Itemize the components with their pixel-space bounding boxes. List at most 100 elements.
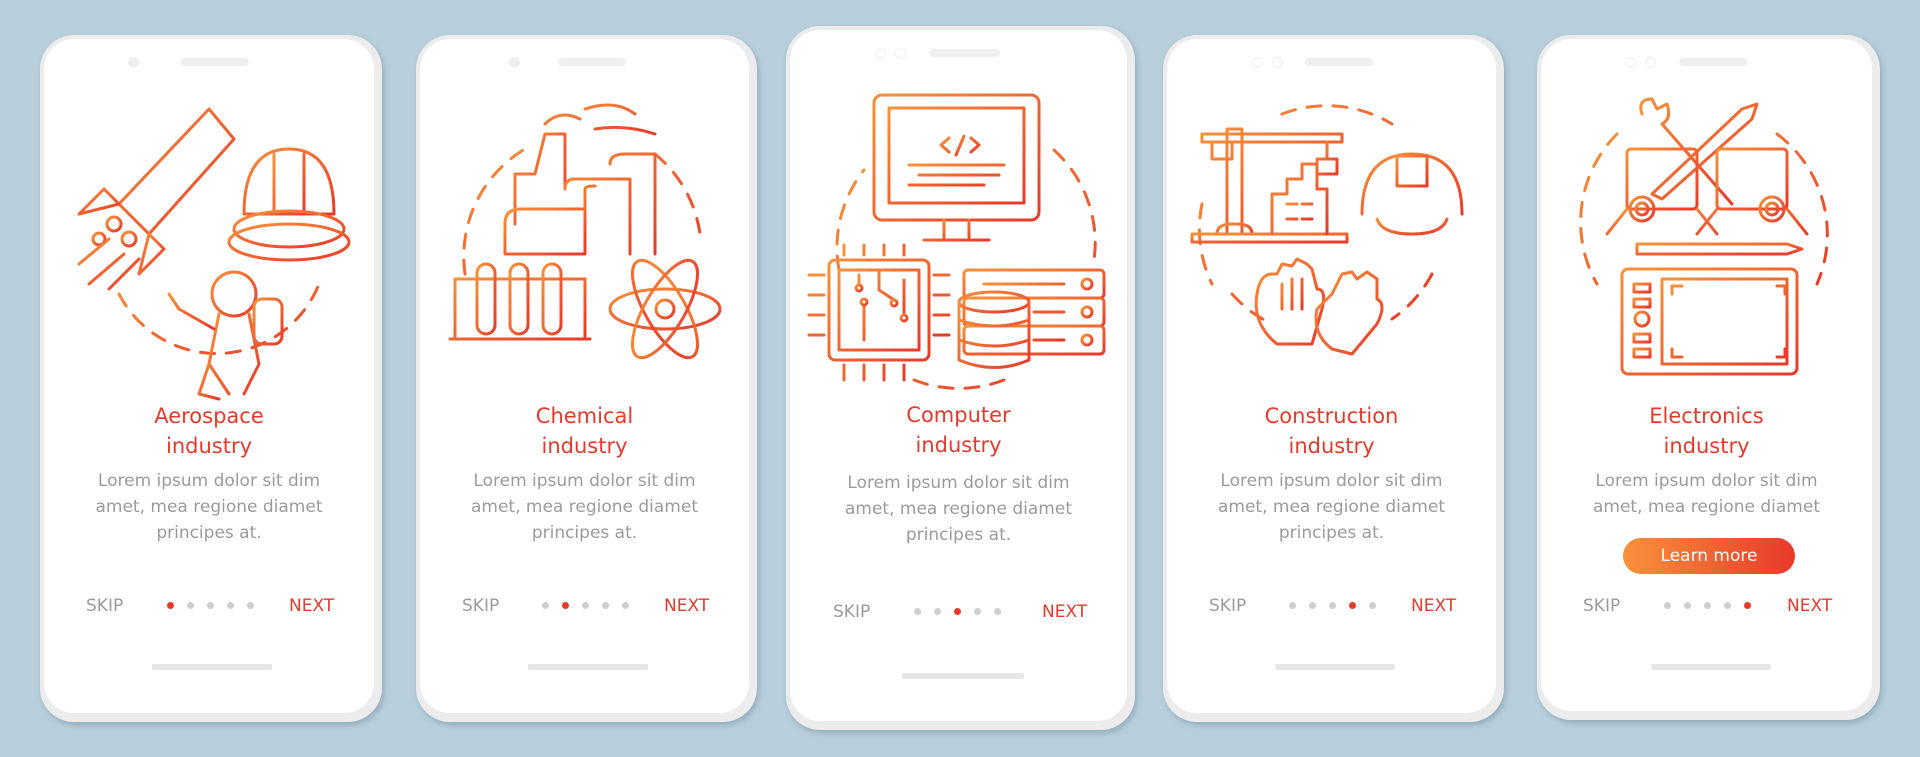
- aerospace-illustration: [44, 94, 374, 424]
- front-camera: [1252, 57, 1263, 68]
- page-dot[interactable]: [934, 608, 941, 615]
- dashed-circle: [1197, 104, 1433, 326]
- next-button[interactable]: NEXT: [664, 594, 709, 618]
- skip-button[interactable]: SKIP: [86, 594, 123, 618]
- page-dot[interactable]: [227, 602, 234, 609]
- electronics-illustration: [1541, 94, 1872, 424]
- skip-button[interactable]: SKIP: [1583, 594, 1620, 618]
- page-indicator: [167, 602, 254, 610]
- stylus-pen-icon: [1635, 242, 1803, 256]
- onboarding-screen-computer: Computer industry Lorem ipsum dolor sit …: [786, 26, 1135, 730]
- page-dot[interactable]: [1724, 602, 1731, 609]
- next-button[interactable]: NEXT: [289, 594, 334, 618]
- skip-button[interactable]: SKIP: [833, 600, 870, 624]
- home-indicator: [902, 673, 1024, 679]
- page-dot[interactable]: [542, 602, 549, 609]
- phone-screen: Construction industry Lorem ipsum dolor …: [1167, 39, 1496, 713]
- speaker-grille: [558, 58, 626, 66]
- page-dot[interactable]: [1664, 602, 1671, 609]
- description-line: Lorem ipsum dolor sit dim: [473, 471, 696, 491]
- screen-description: Lorem ipsum dolor sit dim amet, mea regi…: [1561, 468, 1852, 520]
- phone-screen: Electronics industry Lorem ipsum dolor s…: [1541, 39, 1872, 711]
- page-dot[interactable]: [582, 602, 589, 609]
- wrench-screwdriver-icon: [1638, 97, 1758, 206]
- sensor: [895, 48, 906, 59]
- page-dot-active[interactable]: [1349, 602, 1356, 609]
- onboarding-nav: SKIP NEXT: [1167, 594, 1496, 618]
- learn-more-button[interactable]: Learn more: [1623, 538, 1795, 574]
- page-dot[interactable]: [247, 602, 254, 609]
- page-dot[interactable]: [974, 608, 981, 615]
- page-dot[interactable]: [1704, 602, 1711, 609]
- construction-illustration: [1167, 94, 1496, 424]
- onboarding-nav: SKIP NEXT: [420, 594, 749, 618]
- screen-description: Lorem ipsum dolor sit dim amet, mea regi…: [64, 468, 354, 546]
- description-line: Lorem ipsum dolor sit dim: [1595, 471, 1818, 491]
- page-dot[interactable]: [1369, 602, 1376, 609]
- sensor: [1272, 57, 1283, 68]
- title-line: industry: [1663, 434, 1750, 458]
- page-dot[interactable]: [1309, 602, 1316, 609]
- description-line: principes at.: [905, 525, 1012, 545]
- speaker-grille: [1305, 58, 1373, 66]
- description-line: Lorem ipsum dolor sit dim: [847, 473, 1070, 493]
- page-indicator: [542, 602, 629, 610]
- title-line: industry: [915, 433, 1002, 457]
- title-line: Electronics: [1649, 404, 1764, 428]
- phone-screen: Chemical industry Lorem ipsum dolor sit …: [420, 39, 749, 713]
- test-tubes-icon: [448, 262, 591, 341]
- observatory-icon: [227, 147, 351, 262]
- description-line: amet, mea regione diamet: [1593, 497, 1820, 517]
- description-line: amet, mea regione diamet: [845, 499, 1072, 519]
- page-dot[interactable]: [207, 602, 214, 609]
- title-line: Computer: [906, 403, 1011, 427]
- description-line: principes at.: [1278, 523, 1385, 543]
- page-dot-active[interactable]: [562, 602, 569, 609]
- atom-icon: [608, 258, 721, 360]
- onboarding-screen-chemical: Chemical industry Lorem ipsum dolor sit …: [416, 35, 757, 722]
- screen-title: Aerospace industry: [44, 401, 374, 461]
- title-line: industry: [541, 434, 628, 458]
- hard-hat-icon: [1355, 152, 1468, 236]
- description-line: amet, mea regione diamet: [95, 497, 323, 517]
- phone-screen: Aerospace industry Lorem ipsum dolor sit…: [44, 39, 374, 713]
- page-dot[interactable]: [602, 602, 609, 609]
- page-dot-active[interactable]: [167, 602, 174, 609]
- title-line: industry: [1288, 434, 1375, 458]
- page-dot-active[interactable]: [1744, 602, 1751, 609]
- page-dot[interactable]: [1329, 602, 1336, 609]
- page-dot[interactable]: [994, 608, 1001, 615]
- page-dot[interactable]: [622, 602, 629, 609]
- page-dot-active[interactable]: [954, 608, 961, 615]
- onboarding-screen-aerospace: Aerospace industry Lorem ipsum dolor sit…: [40, 35, 382, 722]
- page-dot[interactable]: [1684, 602, 1691, 609]
- description-line: Lorem ipsum dolor sit dim: [97, 471, 321, 491]
- front-camera: [1625, 57, 1636, 68]
- title-line: Chemical: [535, 404, 634, 428]
- home-indicator: [1651, 664, 1771, 670]
- skip-button[interactable]: SKIP: [462, 594, 499, 618]
- screen-description: Lorem ipsum dolor sit dim amet, mea regi…: [440, 468, 729, 546]
- next-button[interactable]: NEXT: [1787, 594, 1832, 618]
- screen-title: Construction industry: [1167, 401, 1496, 461]
- next-button[interactable]: NEXT: [1411, 594, 1456, 618]
- screen-title: Computer industry: [790, 400, 1127, 460]
- front-camera: [128, 57, 139, 68]
- factory-icon: [493, 103, 666, 256]
- front-camera: [875, 48, 886, 59]
- next-button[interactable]: NEXT: [1042, 600, 1087, 624]
- screen-description: Lorem ipsum dolor sit dim amet, mea regi…: [1187, 468, 1476, 546]
- skip-button[interactable]: SKIP: [1209, 594, 1246, 618]
- onboarding-nav: SKIP NEXT: [790, 600, 1127, 624]
- monitor-icon: [872, 93, 1040, 242]
- speaker-grille: [181, 58, 249, 66]
- page-dot[interactable]: [187, 602, 194, 609]
- server-database-icon: [957, 268, 1105, 369]
- phone-screen: Computer industry Lorem ipsum dolor sit …: [790, 30, 1127, 721]
- page-indicator: [1289, 602, 1376, 610]
- description-line: Lorem ipsum dolor sit dim: [1220, 471, 1443, 491]
- home-indicator: [1275, 664, 1395, 670]
- onboarding-nav: SKIP NEXT: [1541, 594, 1872, 618]
- page-dot[interactable]: [1289, 602, 1296, 609]
- page-dot[interactable]: [914, 608, 921, 615]
